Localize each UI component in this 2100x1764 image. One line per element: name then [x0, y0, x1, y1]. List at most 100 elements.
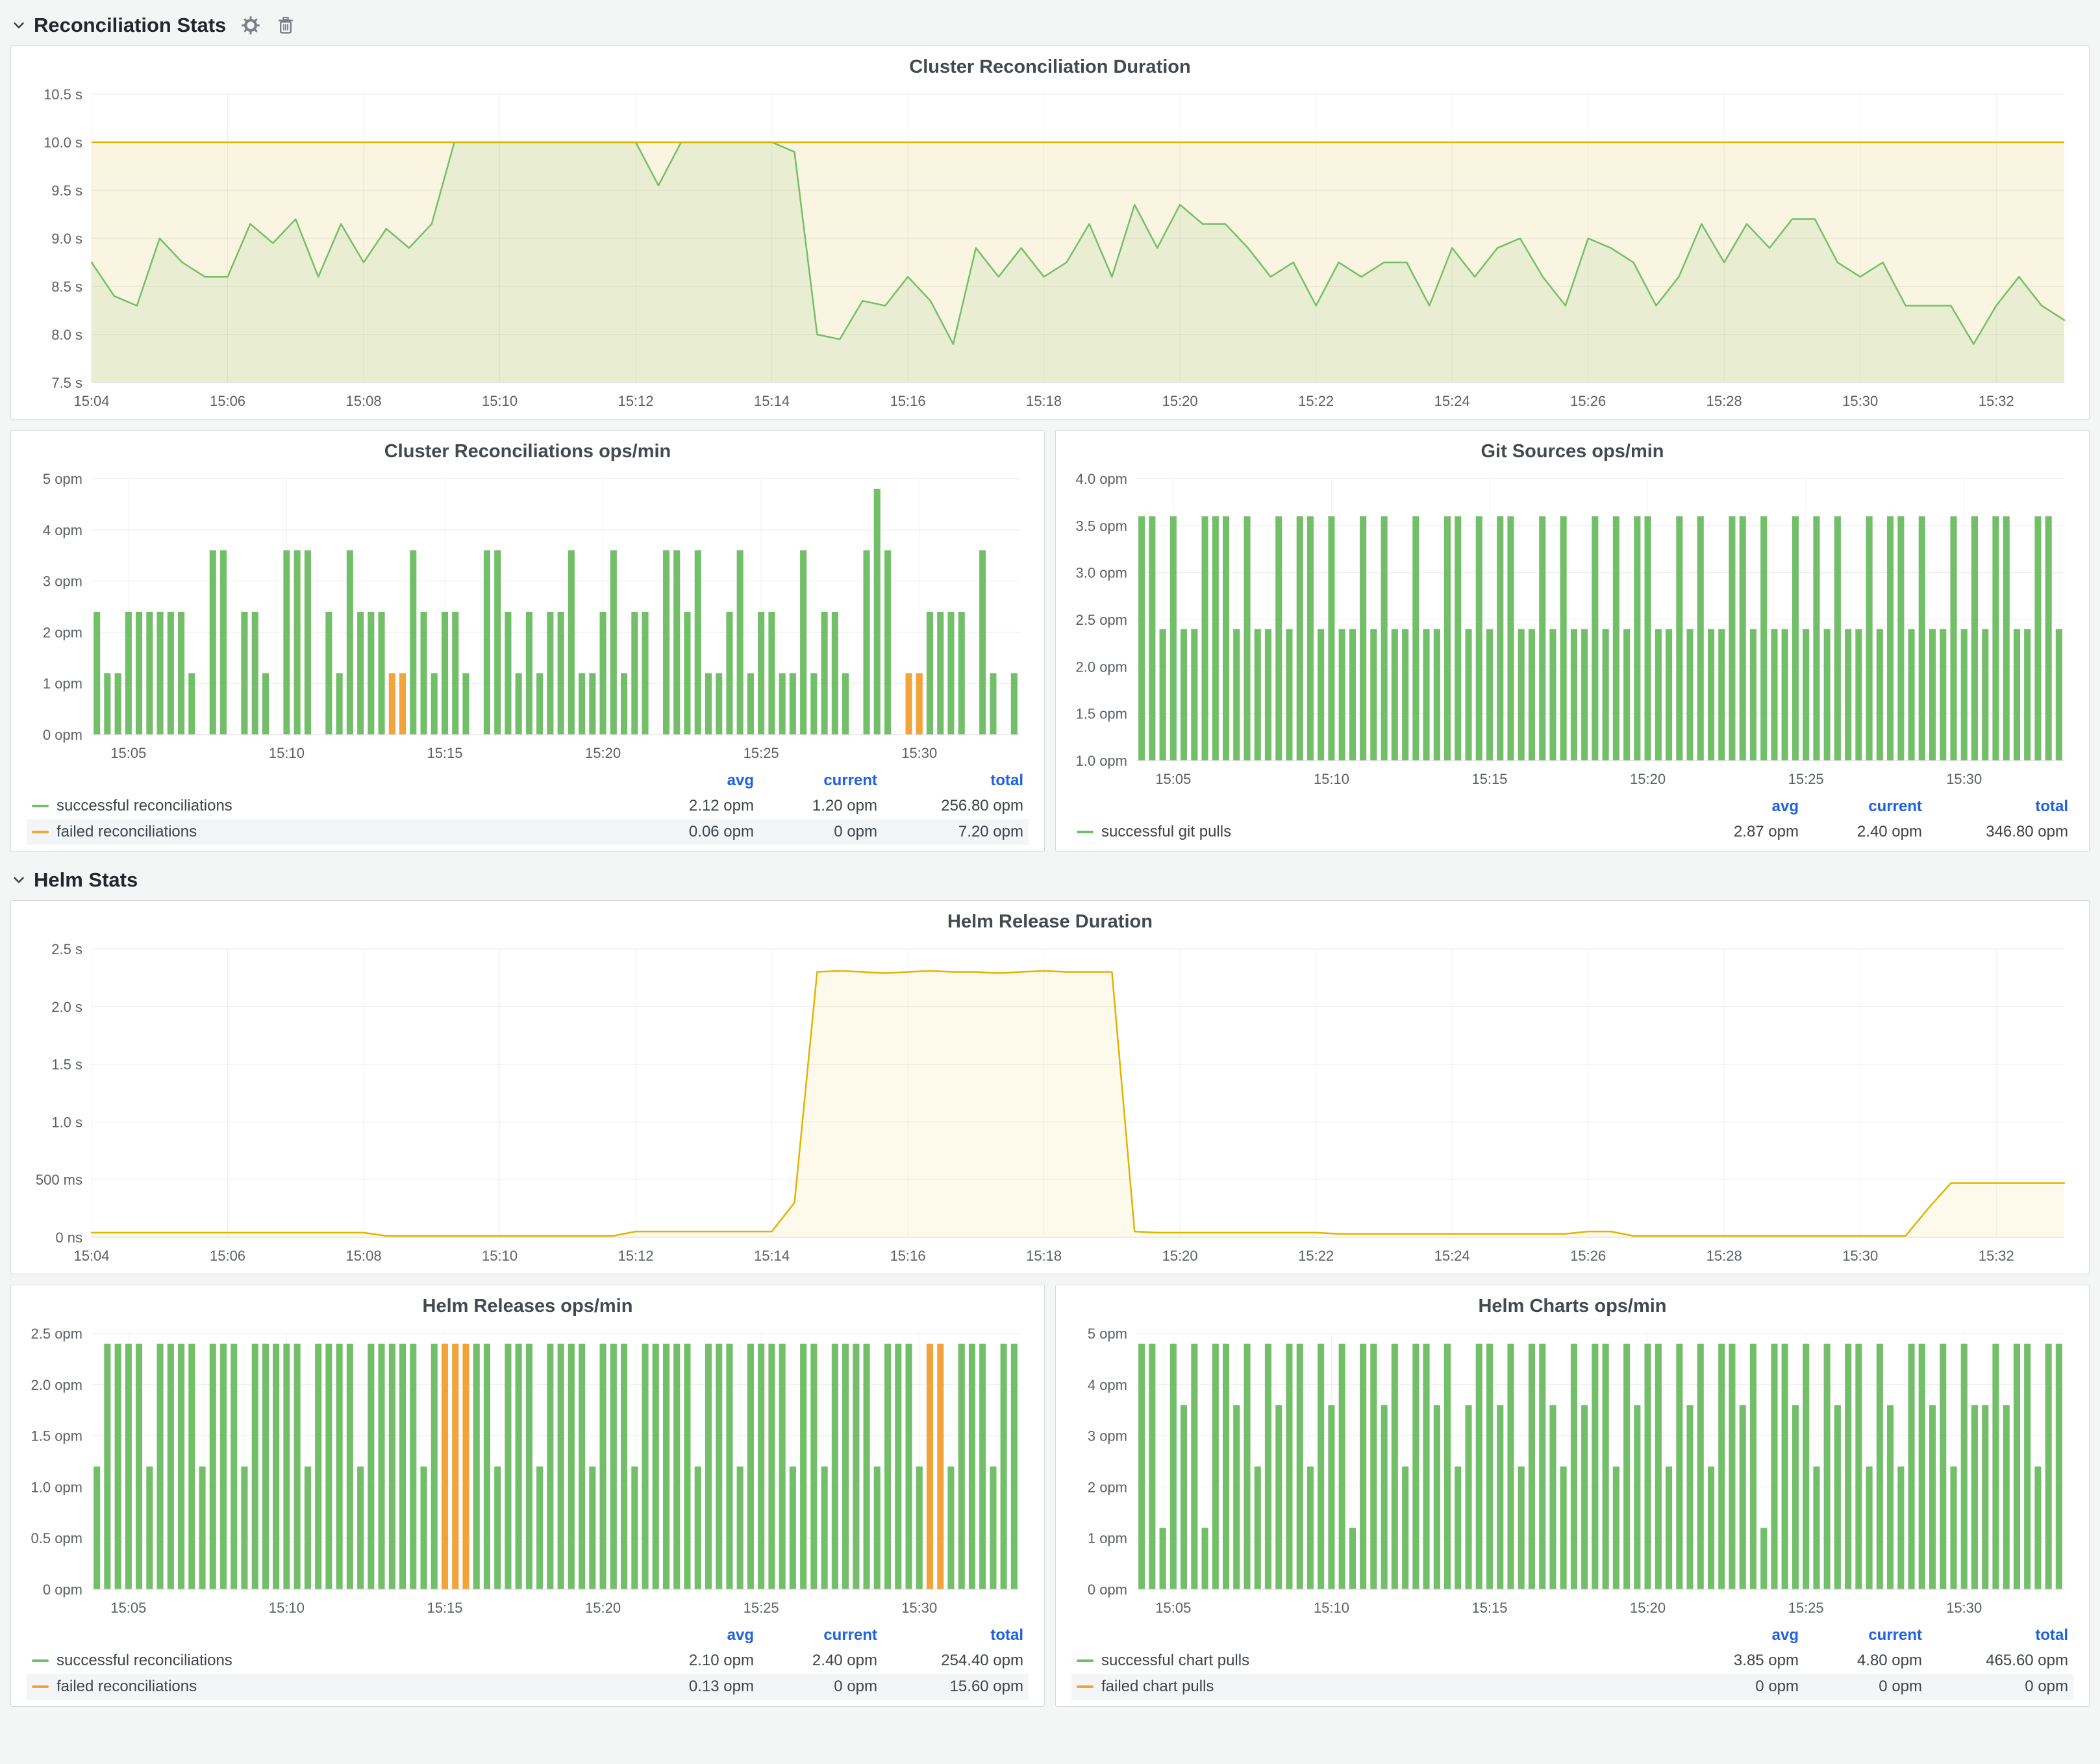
- legend-header-avg[interactable]: avg: [1675, 1626, 1799, 1644]
- panel-title[interactable]: Helm Charts ops/min: [1066, 1292, 2079, 1323]
- svg-text:15:25: 15:25: [1788, 1600, 1824, 1616]
- legend-header-total[interactable]: total: [877, 1626, 1023, 1644]
- chart-cluster-reconciliation-duration[interactable]: 7.5 s8.0 s8.5 s9.0 s9.5 s10.0 s10.5 s15:…: [21, 84, 2079, 414]
- svg-text:15:26: 15:26: [1570, 1248, 1606, 1264]
- svg-text:15:10: 15:10: [269, 745, 305, 761]
- svg-text:2 opm: 2 opm: [43, 624, 82, 640]
- svg-text:15:22: 15:22: [1298, 393, 1334, 409]
- legend-header-avg[interactable]: avg: [631, 772, 754, 790]
- series-color-marker: [1077, 831, 1094, 833]
- svg-text:15:20: 15:20: [1630, 771, 1666, 787]
- svg-text:8.0 s: 8.0 s: [51, 327, 82, 343]
- svg-text:15:24: 15:24: [1434, 393, 1470, 409]
- svg-text:15:20: 15:20: [1162, 1248, 1198, 1264]
- legend-avg-value: 3.85 opm: [1675, 1652, 1799, 1670]
- svg-text:0 ns: 0 ns: [55, 1229, 82, 1246]
- svg-text:15:20: 15:20: [585, 745, 621, 761]
- panel-helm-releases-opm: Helm Releases ops/min 0 opm0.5 opm1.0 op…: [10, 1285, 1045, 1707]
- svg-text:1.5 opm: 1.5 opm: [1076, 706, 1128, 722]
- legend-current-value: 2.40 opm: [754, 1652, 877, 1670]
- svg-text:1.5 s: 1.5 s: [51, 1057, 82, 1073]
- legend-header-avg[interactable]: avg: [1675, 798, 1799, 816]
- svg-text:0 opm: 0 opm: [43, 1581, 82, 1598]
- panel-title[interactable]: Helm Releases ops/min: [21, 1292, 1034, 1323]
- trash-icon[interactable]: [275, 15, 296, 36]
- legend-header-avg[interactable]: avg: [631, 1626, 754, 1644]
- legend-series-label[interactable]: failed chart pulls: [1077, 1678, 1675, 1696]
- svg-text:4.0 opm: 4.0 opm: [1076, 471, 1128, 487]
- chart-helm-release-duration[interactable]: 0 ns500 ms1.0 s1.5 s2.0 s2.5 s15:0415:06…: [21, 939, 2079, 1268]
- legend-header-total[interactable]: total: [1922, 798, 2068, 816]
- svg-text:1.0 opm: 1.0 opm: [1076, 753, 1128, 769]
- svg-text:15:15: 15:15: [1471, 771, 1507, 787]
- legend-avg-value: 2.87 opm: [1675, 823, 1799, 841]
- svg-text:3 opm: 3 opm: [1088, 1428, 1127, 1444]
- svg-text:15:30: 15:30: [1946, 1600, 1982, 1616]
- svg-text:1.5 opm: 1.5 opm: [31, 1428, 83, 1444]
- svg-text:3.0 opm: 3.0 opm: [1076, 565, 1128, 581]
- chart-cluster-reconciliations-opm[interactable]: 0 opm1 opm2 opm3 opm4 opm5 opm15:0515:10…: [21, 468, 1034, 766]
- legend-git-sources: avgcurrenttotal successful git pulls2.87 …: [1066, 792, 2079, 846]
- panel-helm-release-duration: Helm Release Duration 0 ns500 ms1.0 s1.5…: [10, 900, 2090, 1274]
- svg-text:15:30: 15:30: [1842, 393, 1878, 409]
- legend-row: failed reconciliations0.06 opm0 opm7.20 …: [27, 819, 1029, 845]
- series-color-marker: [1077, 1685, 1094, 1688]
- panel-title[interactable]: Cluster Reconciliation Duration: [21, 53, 2079, 84]
- svg-text:15:12: 15:12: [618, 393, 654, 409]
- legend-helm-charts: avgcurrenttotal successful chart pulls3.8…: [1066, 1620, 2079, 1701]
- legend-avg-value: 2.12 opm: [631, 797, 754, 815]
- legend-total-value: 346.80 opm: [1922, 823, 2068, 841]
- legend-avg-value: 0.06 opm: [631, 823, 754, 841]
- svg-text:15:30: 15:30: [901, 1600, 937, 1616]
- chart-helm-charts-opm[interactable]: 0 opm1 opm2 opm3 opm4 opm5 opm15:0515:10…: [1066, 1323, 2079, 1620]
- svg-text:2 opm: 2 opm: [1088, 1479, 1127, 1495]
- panel-helm-charts-opm: Helm Charts ops/min 0 opm 1 opm 2 opm 3 opm…: [1055, 1285, 2090, 1707]
- legend-header-current[interactable]: current: [1799, 1626, 1922, 1644]
- svg-text:15:28: 15:28: [1706, 393, 1742, 409]
- legend-series-label[interactable]: failed reconciliations: [32, 1678, 631, 1696]
- legend-header-current[interactable]: current: [1799, 798, 1922, 816]
- legend-row: failed chart pulls0 opm0 opm0 opm: [1071, 1674, 2073, 1700]
- svg-text:4 opm: 4 opm: [43, 522, 82, 538]
- legend-header-total[interactable]: total: [1922, 1626, 2068, 1644]
- svg-text:15:06: 15:06: [210, 393, 245, 409]
- legend-current-value: 4.80 opm: [1799, 1652, 1922, 1670]
- svg-text:15:08: 15:08: [346, 1248, 382, 1264]
- section-header-reconciliation-stats: Reconciliation Stats: [10, 6, 2090, 44]
- legend-helm-releases: avgcurrenttotal successful reconciliation…: [21, 1620, 1034, 1701]
- legend-header-current[interactable]: current: [754, 1626, 877, 1644]
- chart-git-sources-opm[interactable]: 1.0 opm1.5 opm2.0 opm2.5 opm3.0 opm3.5 o…: [1066, 468, 2079, 792]
- section-title: Reconciliation Stats: [34, 14, 226, 37]
- legend-series-label[interactable]: successful reconciliations: [32, 1652, 631, 1670]
- gear-icon[interactable]: [240, 15, 261, 36]
- svg-text:8.5 s: 8.5 s: [51, 279, 82, 295]
- section-toggle-reconciliation-stats[interactable]: Reconciliation Stats: [10, 14, 226, 37]
- panel-title[interactable]: Git Sources ops/min: [1066, 437, 2079, 468]
- svg-text:15:30: 15:30: [1946, 771, 1982, 787]
- series-color-marker: [32, 805, 49, 807]
- panel-title[interactable]: Helm Release Duration: [21, 907, 2079, 939]
- legend-row: successful reconciliations2.10 opm2.40 o…: [27, 1648, 1029, 1674]
- legend-header-total[interactable]: total: [877, 772, 1023, 790]
- svg-text:5 opm: 5 opm: [1088, 1326, 1127, 1342]
- svg-text:15:20: 15:20: [1162, 393, 1198, 409]
- legend-series-label[interactable]: successful chart pulls: [1077, 1652, 1675, 1670]
- legend-total-value: 0 opm: [1922, 1678, 2068, 1696]
- chart-helm-releases-opm[interactable]: 0 opm0.5 opm1.0 opm1.5 opm2.0 opm2.5 opm…: [21, 1323, 1034, 1620]
- svg-text:3 opm: 3 opm: [43, 573, 82, 590]
- section-toggle-helm-stats[interactable]: Helm Stats: [10, 868, 138, 892]
- svg-text:15:20: 15:20: [1630, 1600, 1666, 1616]
- svg-text:15:05: 15:05: [1155, 771, 1191, 787]
- legend-series-label[interactable]: failed reconciliations: [32, 823, 631, 841]
- legend-current-value: 0 opm: [1799, 1678, 1922, 1696]
- svg-text:1 opm: 1 opm: [1088, 1530, 1127, 1546]
- legend-avg-value: 2.10 opm: [631, 1652, 754, 1670]
- svg-text:1.0 opm: 1.0 opm: [31, 1479, 83, 1495]
- svg-text:15:25: 15:25: [744, 1600, 779, 1616]
- legend-header-current[interactable]: current: [754, 772, 877, 790]
- panel-title[interactable]: Cluster Reconciliations ops/min: [21, 437, 1034, 468]
- legend-series-label[interactable]: successful reconciliations: [32, 797, 631, 815]
- svg-text:15:05: 15:05: [1155, 1600, 1191, 1616]
- svg-text:15:10: 15:10: [269, 1600, 305, 1616]
- legend-series-label[interactable]: successful git pulls: [1077, 823, 1675, 841]
